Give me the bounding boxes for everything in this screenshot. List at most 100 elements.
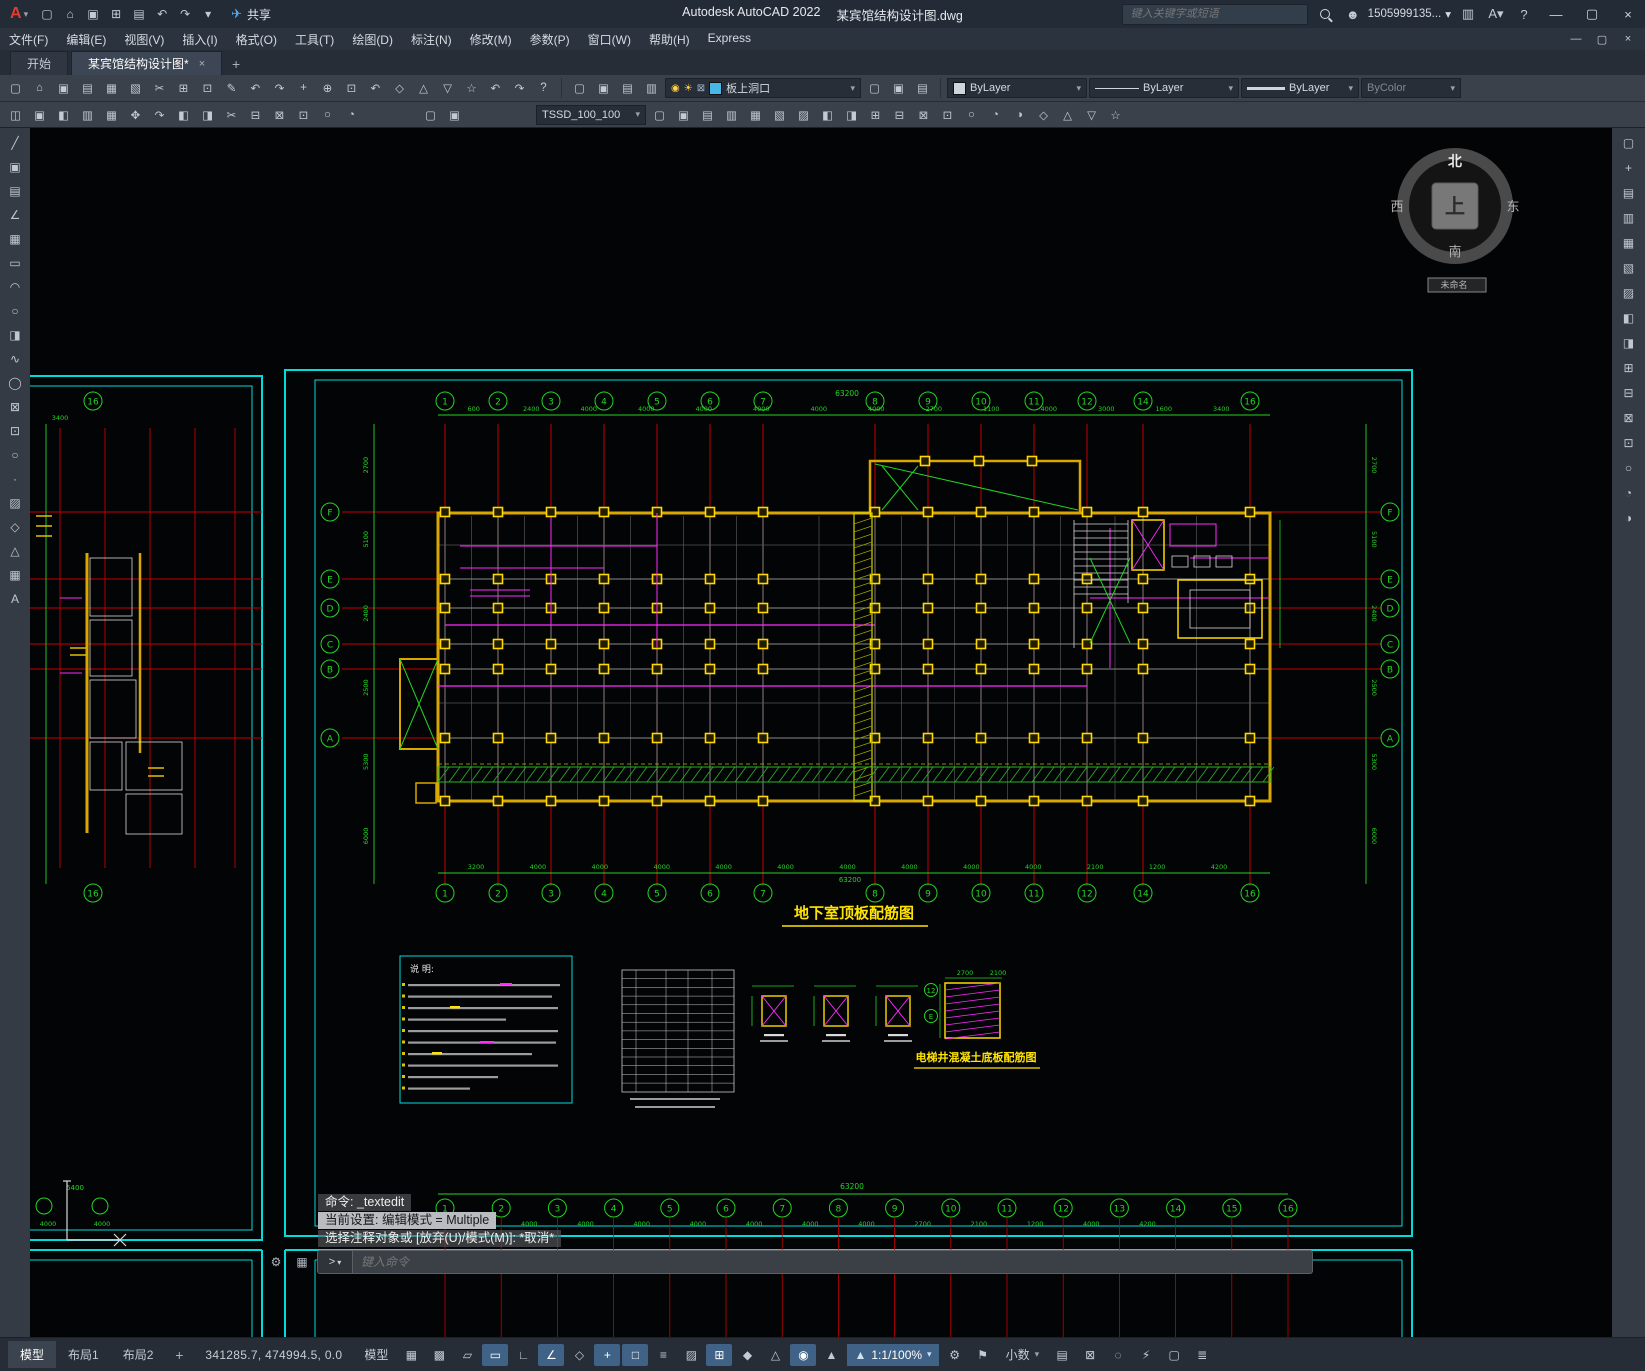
spline-icon[interactable]: ∿ [3,348,27,370]
stretch-icon[interactable]: ◨ [196,104,219,125]
diameter-dimension-icon[interactable]: ⊟ [888,104,911,125]
ellipse-arc-icon[interactable]: ⊠ [3,396,27,418]
plot-icon[interactable]: ▤ [76,78,99,99]
layer-freeze-icon[interactable]: ▤ [616,78,639,99]
object-snap-toggle[interactable]: □ [622,1343,649,1366]
recent-commands-icon[interactable]: ▦ [291,1252,313,1272]
tssd-style-combo[interactable]: TSSD_100_100 ▾ [536,104,646,125]
plot-preview-icon[interactable]: ▦ [100,78,123,99]
save-icon[interactable]: ▣ [52,78,75,99]
construction-line-icon[interactable]: ▣ [3,156,27,178]
measure-icon[interactable]: ⊡ [1617,432,1641,454]
command-options-icon[interactable]: > ▾ [318,1251,353,1273]
show-motion-icon[interactable]: ▦ [1617,232,1641,254]
make-block-icon[interactable]: ○ [3,444,27,466]
hatch-icon[interactable]: ▨ [3,492,27,514]
menu-help[interactable]: 帮助(H) [640,29,699,50]
layout-tab-layout2[interactable]: 布局2 [111,1341,166,1368]
new-icon[interactable]: ▢ [36,3,58,25]
polyline-icon[interactable]: ∠ [3,204,27,226]
search-icon[interactable] [1314,3,1336,25]
extend-icon[interactable]: ⊟ [244,104,267,125]
new-layout-button[interactable]: + [168,1343,190,1366]
qnew-icon[interactable]: ▢ [4,78,27,99]
tool-palettes-icon[interactable]: ▽ [436,78,459,99]
aligned-dimension-icon[interactable]: ◧ [816,104,839,125]
mirror-icon[interactable]: ◧ [52,104,75,125]
ellipse-icon[interactable]: ◯ [3,372,27,394]
object-snap-tracking-toggle[interactable]: + [594,1343,621,1366]
multileader-icon[interactable]: ◔ [984,104,1007,125]
open-icon[interactable]: ⌂ [59,3,81,25]
layer-properties-icon[interactable]: ▢ [568,78,591,99]
annotation-visibility-toggle[interactable]: ◉ [790,1343,817,1366]
units-control[interactable]: 小数 ▾ [999,1344,1047,1366]
multiline-icon[interactable]: ▤ [3,180,27,202]
revision-cloud-icon[interactable]: ◨ [3,324,27,346]
color-combo[interactable]: ByLayer ▾ [947,78,1087,98]
ortho-mode-toggle[interactable]: ∟ [510,1344,536,1366]
break-icon[interactable]: ⊠ [268,104,291,125]
dimension-style-icon[interactable]: ▣ [672,104,695,125]
layout-tab-layout1[interactable]: 布局1 [56,1341,111,1368]
explode-icon[interactable]: ▢ [419,104,442,125]
annotation-monitor-toggle[interactable]: ⚑ [970,1344,996,1366]
isolate-objects-toggle[interactable]: ◌ [1105,1344,1131,1366]
command-input-bar[interactable]: > ▾ [317,1250,1313,1274]
layers-palette-icon[interactable]: ◨ [1617,332,1641,354]
minimize-button[interactable]: — [1541,0,1571,28]
zoom-window-icon[interactable]: ⊡ [340,78,363,99]
baseline-dimension-icon[interactable]: ⊡ [936,104,959,125]
named-views-icon[interactable]: ▨ [1617,282,1641,304]
menu-parametric[interactable]: 参数(P) [521,29,579,50]
new-tab-button[interactable]: + [225,52,247,75]
redo-icon[interactable]: ↷ [268,78,291,99]
selection-cycling-toggle[interactable]: ⊞ [706,1343,733,1366]
command-customize-icon[interactable]: ⚙ [265,1252,287,1272]
angular-dimension-icon[interactable]: ◨ [840,104,863,125]
restore-button[interactable]: ▢ [1577,0,1607,28]
render-icon[interactable]: ◑ [1617,507,1641,529]
text-style-icon[interactable]: ▢ [648,104,671,125]
properties-icon[interactable]: ◇ [388,78,411,99]
menu-express[interactable]: Express [699,29,760,50]
redo-icon[interactable]: ↷ [174,3,196,25]
design-center-icon[interactable]: △ [412,78,435,99]
menu-view[interactable]: 视图(V) [115,29,173,50]
markup-manager-icon[interactable]: ⊠ [1617,407,1641,429]
erase-icon[interactable]: ◫ [4,104,27,125]
external-references-icon[interactable]: ⊟ [1617,382,1641,404]
polar-tracking-toggle[interactable]: ∠ [538,1343,565,1366]
menu-draw[interactable]: 绘图(D) [343,29,402,50]
point-style-icon[interactable]: ▦ [744,104,767,125]
doc-minimize-button[interactable]: — [1563,30,1589,49]
3d-object-snap-toggle[interactable]: ◆ [734,1344,760,1366]
doc-restore-button[interactable]: ▢ [1589,30,1615,49]
share-button[interactable]: ✈ 共享 [231,6,271,23]
ucs-icon[interactable]: ▧ [1617,257,1641,279]
dimension-update-icon[interactable]: ▽ [1080,104,1103,125]
autodesk-apps-icon[interactable]: A▾ [1485,3,1507,25]
linear-dimension-icon[interactable]: ▨ [792,104,815,125]
dimension-edit-icon[interactable]: △ [1056,104,1079,125]
match-properties-icon[interactable]: ✎ [220,78,243,99]
zoom-realtime-icon[interactable]: ⊕ [316,78,339,99]
tab-start[interactable]: 开始 [10,51,69,75]
rectangle-icon[interactable]: ▭ [3,252,27,274]
menu-format[interactable]: 格式(O) [227,29,286,50]
rotate-icon[interactable]: ↷ [148,104,171,125]
markup-import-icon[interactable]: ↶ [484,78,507,99]
circle-icon[interactable]: ○ [3,300,27,322]
autoscale-toggle[interactable]: ▲ [818,1344,844,1366]
full-navigation-wheel-icon[interactable]: ▢ [1617,132,1641,154]
layer-off-icon[interactable]: ▣ [592,78,615,99]
fillet-icon[interactable]: ◔ [340,104,363,125]
tab-close-icon[interactable]: × [199,58,205,70]
linetype-combo[interactable]: ByLayer ▾ [1089,78,1239,98]
pan-icon[interactable]: + [1617,157,1641,179]
table-icon[interactable]: ▦ [3,564,27,586]
pan-icon[interactable]: + [292,78,315,99]
join-icon[interactable]: ⊡ [292,104,315,125]
drawing-units-icon[interactable]: ▧ [768,104,791,125]
transparency-toggle[interactable]: ▨ [678,1344,704,1366]
